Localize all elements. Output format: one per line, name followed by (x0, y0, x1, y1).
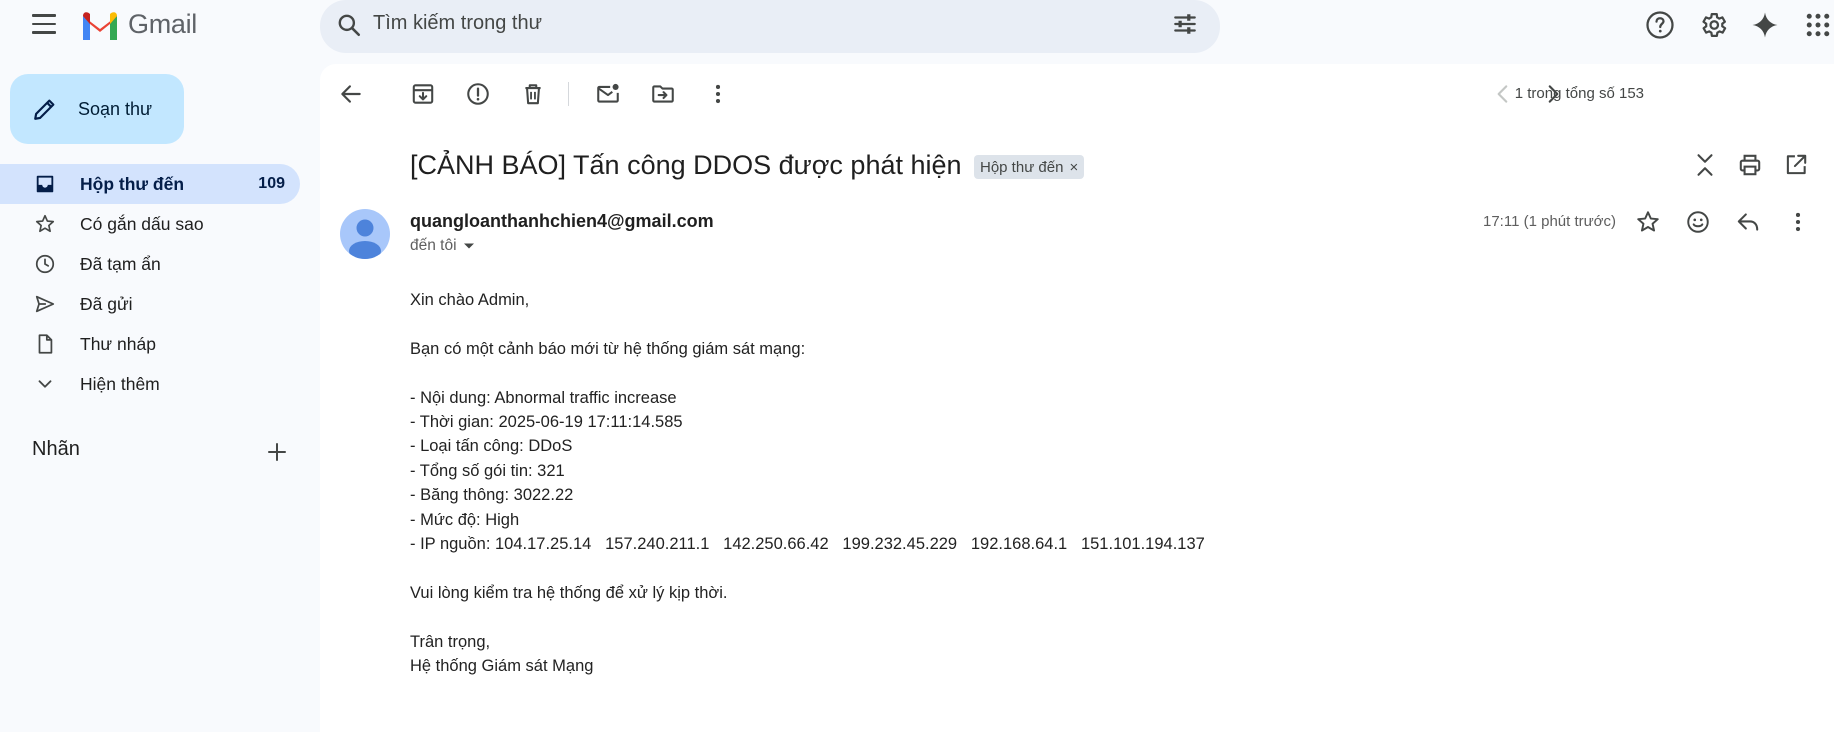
body-line: - Băng thông: 3022.22 (410, 486, 574, 505)
sidebar-item-inbox[interactable]: Hộp thư đến 109 (0, 164, 300, 204)
print-icon[interactable] (1737, 152, 1763, 178)
body-line: - Mức độ: High (410, 510, 520, 529)
sidebar-item-label: Đã tạm ẩn (80, 253, 161, 274)
newer-chevron-left-icon[interactable] (1490, 81, 1516, 107)
body-line: Trân trọng, (410, 632, 491, 651)
body-line: Bạn có một cảnh báo mới từ hệ thống giám… (410, 339, 806, 358)
more-options-icon[interactable] (705, 81, 731, 107)
body-line (410, 605, 1205, 629)
search-icon[interactable] (336, 12, 362, 38)
body-line: - Nội dung: Abnormal traffic increase (410, 388, 677, 407)
body-line: Hệ thống Giám sát Mạng (410, 657, 594, 676)
reply-icon[interactable] (1735, 209, 1761, 235)
body-line: - Tổng số gói tin: 321 (410, 461, 565, 480)
body-line (410, 556, 1205, 580)
clock-icon (35, 254, 55, 274)
help-icon[interactable] (1645, 10, 1675, 40)
sidebar-item-sent[interactable]: Đã gửi (0, 284, 300, 324)
older-chevron-right-icon[interactable] (1540, 81, 1566, 107)
recipient-details[interactable]: đến tôi (410, 237, 475, 255)
draft-icon (38, 334, 53, 354)
body-line: - Thời gian: 2025-06-19 17:11:14.585 (410, 413, 683, 431)
compose-label: Soạn thư (78, 98, 153, 119)
email-view: 1 trong tổng số 153 [CẢNH BÁO] Tấn công … (320, 64, 1834, 732)
inbox-label-chip[interactable]: Hộp thư đến × (974, 155, 1085, 179)
main-menu-icon[interactable] (30, 14, 58, 36)
unread-count: 109 (258, 175, 285, 192)
chip-label: Hộp thư đến (980, 158, 1064, 176)
remove-label-close-icon[interactable]: × (1069, 159, 1078, 176)
search-options-icon[interactable] (1172, 11, 1198, 37)
top-bar: Gmail (0, 0, 1834, 53)
labels-heading: Nhãn (32, 438, 80, 460)
caret-down-icon (463, 243, 474, 249)
body-line (410, 312, 1205, 336)
compose-button[interactable]: Soạn thư (10, 74, 184, 144)
search-bar (320, 0, 1220, 53)
sidebar-item-label: Hộp thư đến (80, 173, 185, 194)
message-more-options-icon[interactable] (1785, 209, 1811, 235)
sidebar-item-starred[interactable]: Có gắn dấu sao (0, 204, 300, 244)
add-label-icon[interactable] (265, 440, 289, 464)
move-to-folder-icon[interactable] (650, 81, 676, 107)
sidebar-item-snoozed[interactable]: Đã tạm ẩn (0, 244, 300, 284)
sidebar-item-more[interactable]: Hiện thêm (0, 364, 300, 404)
inbox-icon (36, 175, 54, 193)
back-arrow-icon[interactable] (338, 81, 364, 107)
sidebar-item-label: Có gắn dấu sao (80, 213, 204, 234)
gemini-sparkle-icon[interactable] (1750, 10, 1780, 40)
gmail-logo[interactable]: Gmail (80, 9, 197, 40)
body-line: Xin chào Admin, (410, 291, 530, 309)
settings-gear-icon[interactable] (1698, 10, 1728, 40)
app-name: Gmail (128, 9, 198, 39)
chevron-down-icon (38, 380, 52, 388)
sidebar-item-drafts[interactable]: Thư nháp (0, 324, 300, 364)
body-line: Vui lòng kiểm tra hệ thống để xử lý kịp … (410, 583, 728, 602)
search-input[interactable] (373, 0, 1133, 46)
email-subject: [CẢNH BÁO] Tấn công DDOS được phát hiện (410, 150, 962, 180)
apps-grid-icon[interactable] (1803, 10, 1833, 40)
sidebar-item-label: Đã gửi (80, 293, 133, 314)
open-in-new-window-icon[interactable] (1783, 152, 1809, 178)
email-body: Xin chào Admin, Bạn có một cảnh báo mới … (410, 288, 1205, 678)
pagination-text: 1 trong tổng số 153 (1514, 85, 1644, 102)
pencil-icon (34, 99, 55, 120)
delete-trash-icon[interactable] (520, 81, 546, 107)
sender-avatar[interactable] (340, 209, 390, 259)
gmail-m-icon (83, 11, 117, 40)
mark-unread-icon[interactable] (595, 81, 621, 107)
email-timestamp: 17:11 (1 phút trước) (1483, 213, 1616, 230)
add-reaction-emoji-icon[interactable] (1685, 209, 1711, 235)
star-icon (35, 214, 55, 233)
report-spam-icon[interactable] (465, 81, 491, 107)
archive-icon[interactable] (410, 81, 436, 107)
star-outline-icon[interactable] (1635, 209, 1661, 235)
sidebar-nav: Hộp thư đến 109 Có gắn dấu sao Đã tạm ẩn… (0, 164, 300, 404)
body-line: - IP nguồn: 104.17.25.14 157.240.211.1 1… (410, 535, 1205, 554)
send-icon (35, 295, 55, 313)
toolbar-divider (568, 82, 569, 106)
sender-email[interactable]: quangloanthanhchien4@gmail.com (410, 211, 714, 232)
recipient-label: đến tôi (410, 237, 457, 254)
body-line: - Loại tấn công: DDoS (410, 437, 573, 456)
sidebar-item-label: Hiện thêm (80, 373, 160, 394)
body-line (410, 361, 1205, 385)
sidebar-item-label: Thư nháp (80, 333, 156, 354)
person-icon (349, 219, 381, 259)
collapse-all-icon[interactable] (1692, 152, 1718, 178)
